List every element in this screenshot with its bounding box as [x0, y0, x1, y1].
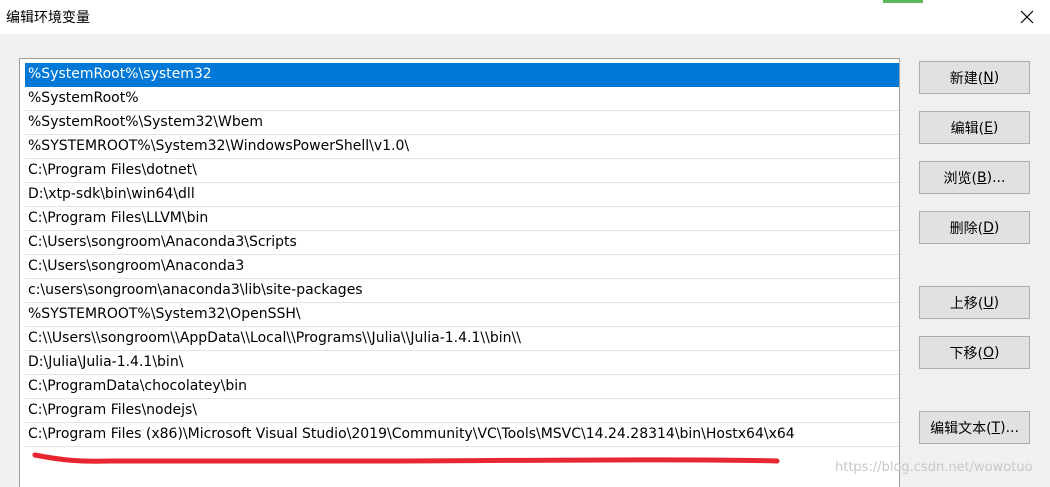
edit-env-var-dialog: 编辑环境变量 %SystemRoot%\system32 %SystemRoot%… [0, 0, 1050, 487]
watermark: https://blog.csdn.net/wowotuo [835, 460, 1033, 475]
red-annotation-underline [32, 452, 780, 464]
